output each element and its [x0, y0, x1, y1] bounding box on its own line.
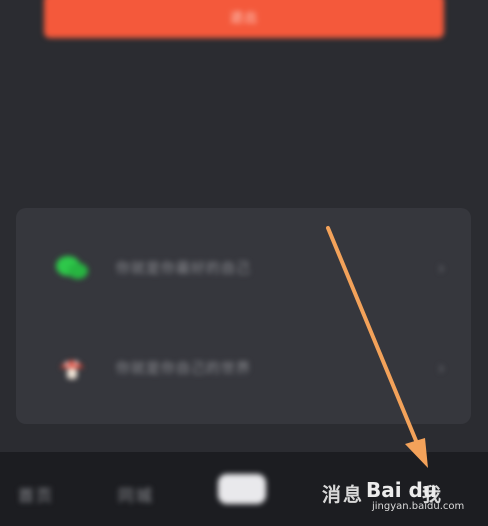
- settings-row-label: 你就是你最好的自己: [116, 261, 251, 277]
- tab-nearby[interactable]: 同城: [118, 482, 154, 506]
- baidu-watermark-url: jingyan.baidu.com: [372, 501, 465, 512]
- mushroom-icon: [54, 350, 90, 386]
- settings-row-mushroom[interactable]: 你就是你自己的世界 ›: [16, 338, 471, 398]
- settings-row-wechat[interactable]: 你就是你最好的自己 ›: [16, 238, 471, 298]
- logout-button-label: 退出: [229, 10, 258, 26]
- chevron-right-icon: ›: [437, 257, 445, 279]
- create-video-button[interactable]: [218, 474, 266, 504]
- tab-messages[interactable]: 消息: [322, 480, 364, 507]
- tab-home[interactable]: 首页: [18, 482, 54, 506]
- settings-row-label: 你就是你自己的世界: [116, 361, 251, 377]
- chevron-right-icon: ›: [437, 357, 445, 379]
- baidu-watermark-logo: Bai du: [366, 478, 438, 502]
- logout-button[interactable]: 退出: [44, 0, 444, 38]
- wechat-icon: [54, 250, 90, 286]
- settings-card: 你就是你最好的自己 › 你就是你自己的世界 ›: [16, 208, 471, 424]
